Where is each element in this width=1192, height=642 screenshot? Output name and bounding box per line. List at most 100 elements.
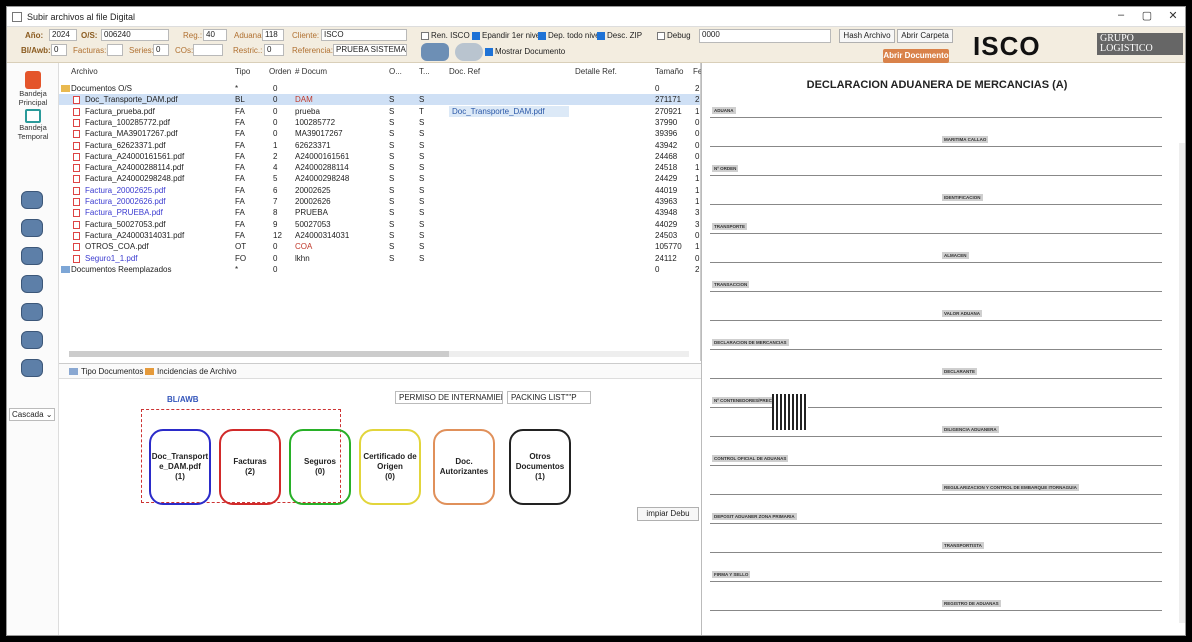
facturas-field[interactable] bbox=[107, 44, 123, 56]
series-field[interactable]: 0 bbox=[153, 44, 169, 56]
cell-tam: 0 bbox=[655, 84, 660, 93]
table-row[interactable]: Factura_prueba.pdf FA 0 prueba S T Doc_Transpo… bbox=[59, 105, 700, 117]
table-row[interactable]: OTROS_COA.pdf OT 0 COA S S 105770 1 bbox=[59, 241, 700, 252]
ren-isco-checkbox[interactable]: Ren. ISCO bbox=[421, 31, 470, 40]
cliente-field[interactable]: ISCO bbox=[321, 29, 407, 41]
packing-select[interactable]: PACKING LIST""P bbox=[507, 391, 591, 404]
table-row[interactable]: Factura_20002626.pdf FA 7 20002626 S S 43963 1 bbox=[59, 196, 700, 207]
print-icon[interactable] bbox=[21, 191, 43, 209]
col-docref[interactable]: Doc. Ref bbox=[449, 67, 480, 76]
upload-icon[interactable] bbox=[421, 43, 449, 61]
hash-archivo-button[interactable]: Hash Archivo bbox=[839, 29, 895, 43]
col-archivo[interactable]: Archivo bbox=[71, 67, 98, 76]
tab-bar: Tipo Documentos Incidencias de Archivo bbox=[59, 363, 701, 379]
card-doc-transporte[interactable]: Doc_Transport e_DAM.pdf (1) bbox=[149, 429, 211, 505]
table-row[interactable]: Documentos Reemplazados * 0 0 2 bbox=[59, 264, 700, 275]
limpiar-debug-button[interactable]: impiar Debu bbox=[637, 507, 699, 521]
debug-checkbox[interactable]: Debug bbox=[657, 31, 691, 40]
pdf-icon bbox=[73, 231, 80, 240]
card-certificado-origen[interactable]: Certificado de Origen (0) bbox=[359, 429, 421, 505]
desc-zip-checkbox[interactable]: Desc. ZIP bbox=[597, 31, 642, 40]
tab-tipo-documentos[interactable]: Tipo Documentos bbox=[69, 367, 143, 376]
table-row[interactable]: Factura_A24000161561.pdf FA 2 A24000161561 S… bbox=[59, 151, 700, 162]
cell-t: S bbox=[419, 242, 425, 252]
dep-todo-nivel-checkbox[interactable]: Dep. todo nivel bbox=[538, 31, 601, 40]
cell-archivo: Documentos Reemplazados bbox=[71, 264, 172, 274]
col-docum[interactable]: # Docum bbox=[295, 67, 327, 76]
table-row[interactable]: Documentos O/S * 0 0 2 bbox=[59, 83, 700, 94]
cell-orden: 0 bbox=[273, 106, 278, 116]
exit-icon[interactable] bbox=[21, 359, 43, 377]
edit-icon[interactable] bbox=[21, 303, 43, 321]
cell-tipo: BL bbox=[235, 95, 245, 105]
table-row[interactable]: Factura_A24000314031.pdf FA 12 A24000314031… bbox=[59, 230, 700, 241]
database-icon[interactable] bbox=[455, 43, 483, 61]
reg-field[interactable]: 40 bbox=[203, 29, 227, 41]
table-row[interactable]: Factura_MA39017267.pdf FA 0 MA39017267 S S 393… bbox=[59, 128, 700, 139]
card-seguros[interactable]: Seguros (0) bbox=[289, 429, 351, 505]
close-button[interactable]: ✕ bbox=[1161, 9, 1185, 22]
cell-o: S bbox=[389, 219, 395, 229]
restric-field[interactable]: 0 bbox=[264, 44, 284, 56]
drive-icon[interactable] bbox=[21, 275, 43, 293]
cell-tipo: FA bbox=[235, 197, 245, 206]
referencia-field[interactable]: PRUEBA SISTEMAS bbox=[333, 44, 407, 56]
doc-rule bbox=[710, 523, 1162, 524]
table-row[interactable]: Factura_62623371.pdf FA 1 62623371 S S 43942 0 bbox=[59, 140, 700, 151]
os-field[interactable]: 006240 bbox=[101, 29, 169, 41]
col-o[interactable]: O... bbox=[389, 67, 402, 76]
cos-field[interactable] bbox=[193, 44, 223, 56]
doc-rule bbox=[710, 233, 1162, 234]
anio-label: Año: bbox=[25, 31, 44, 40]
table-row[interactable]: Factura_PRUEBA.pdf FA 8 PRUEBA S S 43948 3 bbox=[59, 207, 700, 218]
debug-output[interactable]: 0000 bbox=[699, 29, 831, 43]
table-row[interactable]: Factura_A24000298248.pdf FA 5 A24000298248 S… bbox=[59, 173, 700, 184]
cell-docum: A24000314031 bbox=[295, 230, 350, 240]
cell-o: S bbox=[389, 208, 395, 218]
col-tamano[interactable]: Tamaño bbox=[655, 67, 683, 76]
cell-tam: 24468 bbox=[655, 151, 678, 161]
bandeja-temporal-item[interactable]: Bandeja Temporal bbox=[11, 109, 55, 141]
aduana-field[interactable]: 118 bbox=[262, 29, 284, 41]
table-row[interactable]: Factura_A24000288114.pdf FA 4 A24000288114 S… bbox=[59, 162, 700, 173]
viewer-scrollbar[interactable] bbox=[1179, 143, 1185, 623]
cell-fe: 0 bbox=[695, 151, 700, 161]
table-row[interactable]: Seguro1_1.pdf FO 0 lkhn S S 24112 0 bbox=[59, 253, 700, 264]
col-detalle[interactable]: Detalle Ref. bbox=[575, 67, 617, 76]
horizontal-scrollbar[interactable] bbox=[69, 351, 689, 357]
pdf-icon bbox=[73, 118, 80, 127]
anio-field[interactable]: 2024 bbox=[49, 29, 77, 41]
cell-t: S bbox=[419, 117, 425, 127]
minimize-button[interactable]: – bbox=[1109, 9, 1133, 21]
cell-docum: 20002625 bbox=[295, 185, 331, 195]
bandeja-principal-item[interactable]: Bandeja Principal bbox=[11, 71, 55, 107]
col-orden[interactable]: Orden bbox=[269, 67, 291, 76]
cell-tipo: FA bbox=[235, 140, 245, 150]
maximize-button[interactable]: ▢ bbox=[1135, 9, 1159, 22]
col-tipo[interactable]: Tipo bbox=[235, 67, 250, 76]
table-row[interactable]: Doc_Transporte_DAM.pdf BL 0 DAM S S 271171 2 bbox=[59, 94, 700, 106]
col-t[interactable]: T... bbox=[419, 67, 430, 76]
card-doc-autorizantes[interactable]: Doc. Autorizantes bbox=[433, 429, 495, 505]
abrir-carpeta-button[interactable]: Abrir Carpeta bbox=[897, 29, 953, 43]
card-facturas[interactable]: Facturas (2) bbox=[219, 429, 281, 505]
cascade-select[interactable]: Cascada ⌄ bbox=[9, 408, 55, 421]
card-otros-documentos[interactable]: Otros Documentos (1) bbox=[509, 429, 571, 505]
transfer-icon[interactable] bbox=[21, 219, 43, 237]
table-row[interactable]: Factura_50027053.pdf FA 9 50027053 S S 44029 3 bbox=[59, 219, 700, 230]
tab-incidencias[interactable]: Incidencias de Archivo bbox=[145, 367, 237, 376]
mostrar-documento-checkbox[interactable]: Mostrar Documento bbox=[485, 47, 565, 56]
expandir-checkbox[interactable]: Epandir 1er nivel bbox=[472, 31, 542, 40]
table-row[interactable]: Factura_100285772.pdf FA 0 100285772 S S 37990… bbox=[59, 117, 700, 128]
table-row[interactable]: Factura_20002625.pdf FA 6 20002625 S S 44019 1 bbox=[59, 185, 700, 196]
cell-tam: 24518 bbox=[655, 163, 678, 173]
cell-t: S bbox=[419, 230, 425, 240]
blawb-field[interactable]: 0 bbox=[51, 44, 67, 56]
save-icon[interactable] bbox=[21, 247, 43, 265]
permiso-select[interactable]: PERMISO DE INTERNAMIENT bbox=[395, 391, 503, 404]
cell-docum: PRUEBA bbox=[295, 208, 328, 218]
sync-icon[interactable] bbox=[21, 331, 43, 349]
abrir-documento-button[interactable]: Abrir Documento bbox=[883, 49, 949, 63]
cell-tipo: FA bbox=[235, 129, 245, 139]
cell-fe: 0 bbox=[695, 253, 700, 263]
